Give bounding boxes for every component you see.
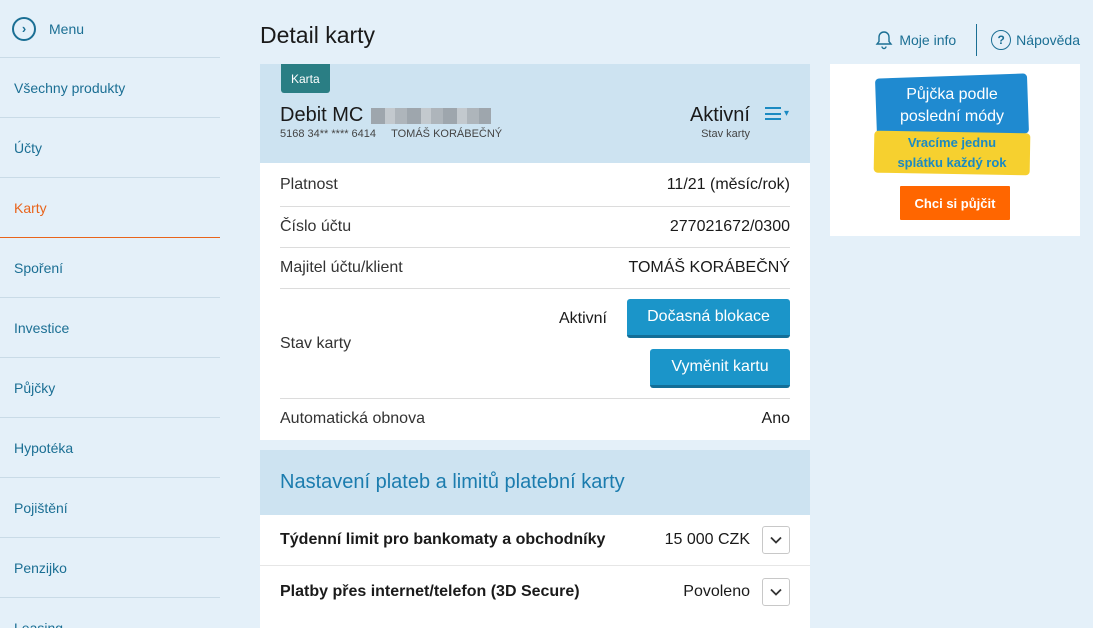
- hamburger-icon: [764, 107, 781, 120]
- loan-ad-banner[interactable]: Půjčka podle poslední módy Vracíme jednu…: [830, 64, 1080, 236]
- ad-line-2: poslední módy: [899, 108, 1005, 125]
- sidebar-item-pojisteni[interactable]: Pojištění: [0, 478, 220, 538]
- 3d-secure-label: Platby přes internet/telefon (3D Secure): [280, 582, 580, 600]
- ad-line-4: splátku každý rok: [897, 155, 1007, 170]
- sidebar-item-karty[interactable]: Karty: [0, 178, 220, 238]
- state-label: Stav karty: [280, 334, 352, 352]
- detail-row-account: Číslo účtu 277021672/0300: [280, 207, 790, 248]
- sidebar-item-hypoteka[interactable]: Hypotéka: [0, 418, 220, 478]
- masked-card-suffix: [371, 107, 492, 124]
- card-subtitle: 5168 34** **** 6414 TOMÁŠ KORÁBEČNÝ: [280, 128, 502, 140]
- page-title: Detail karty: [260, 22, 376, 48]
- sidebar-item-leasing[interactable]: Leasing: [0, 598, 220, 628]
- replace-card-button[interactable]: Vyměnit kartu: [650, 349, 790, 388]
- detail-row-owner: Majitel účtu/klient TOMÁŠ KORÁBEČNÝ: [280, 248, 790, 289]
- menu-toggle[interactable]: › Menu: [0, 0, 220, 58]
- card-number: 5168 34** **** 6414: [280, 128, 377, 140]
- sidebar: › Menu Všechny produkty Účty Karty Spoře…: [0, 0, 220, 628]
- moje-info-label: Moje info: [899, 32, 957, 48]
- help-link[interactable]: ? Nápověda: [991, 30, 1080, 50]
- sidebar-item-pujcky[interactable]: Půjčky: [0, 358, 220, 418]
- ad-subline: Vracíme jednu splátku každý rok: [874, 133, 1030, 173]
- detail-row-renewal: Automatická obnova Ano: [280, 399, 790, 439]
- ad-headline: Půjčka podle poslední módy: [876, 84, 1028, 128]
- sidebar-item-penzijko[interactable]: Penzijko: [0, 538, 220, 598]
- help-label: Nápověda: [1016, 32, 1080, 48]
- state-value: Aktivní: [558, 309, 607, 327]
- chevron-right-icon: ›: [12, 16, 36, 41]
- owner-value: TOMÁŠ KORÁBEČNÝ: [628, 259, 790, 276]
- chevron-down-icon[interactable]: [762, 577, 790, 606]
- card-tag: Karta: [281, 64, 330, 93]
- card-name-text: Debit MC: [280, 104, 364, 126]
- validity-label: Platnost: [280, 175, 338, 193]
- card-name: Debit MC: [280, 104, 492, 127]
- moje-info-link[interactable]: Moje info: [875, 30, 956, 50]
- help-icon: ?: [991, 30, 1012, 50]
- sidebar-item-vsechny-produkty[interactable]: Všechny produkty: [0, 58, 220, 118]
- account-label: Číslo účtu: [280, 218, 352, 235]
- validity-value: 11/21 (měsíc/rok): [666, 175, 790, 193]
- card-status: Aktivní: [689, 104, 750, 126]
- ad-cta-button[interactable]: Chci si půjčit: [900, 186, 1010, 220]
- chevron-down-icon: ▾: [783, 108, 789, 119]
- ad-line-1: Půjčka podle: [906, 86, 998, 103]
- divider: [976, 24, 978, 56]
- detail-row-validity: Platnost 11/21 (měsíc/rok): [280, 163, 790, 207]
- renewal-label: Automatická obnova: [280, 410, 425, 427]
- chevron-down-icon[interactable]: [762, 526, 790, 554]
- payment-row-weekly-limit[interactable]: Týdenní limit pro bankomaty a obchodníky…: [260, 515, 810, 566]
- state-actions: Aktivní Dočasná blokace Vyměnit kartu: [559, 299, 790, 388]
- card-header-panel: Karta Debit MC 5168 34** **** 6414 TOMÁŠ…: [260, 64, 810, 163]
- renewal-value: Ano: [761, 410, 790, 427]
- weekly-limit-label: Týdenní limit pro bankomaty a obchodníky: [280, 531, 606, 548]
- sidebar-item-investice[interactable]: Investice: [0, 298, 220, 358]
- top-links: Moje info ? Nápověda: [875, 24, 1080, 56]
- card-status-caption: Stav karty: [701, 128, 750, 140]
- detail-row-state: Stav karty Aktivní Dočasná blokace Vyměn…: [280, 289, 790, 399]
- payment-row-partial: [260, 617, 810, 628]
- bell-icon: [875, 31, 893, 50]
- card-actions-menu[interactable]: ▾: [764, 107, 789, 120]
- 3d-secure-value: Povoleno: [683, 582, 750, 600]
- weekly-limit-value: 15 000 CZK: [664, 531, 750, 548]
- card-holder: TOMÁŠ KORÁBEČNÝ: [391, 128, 503, 140]
- card-details: Platnost 11/21 (měsíc/rok) Číslo účtu 27…: [260, 163, 810, 440]
- ad-line-3: Vracíme jednu: [907, 135, 997, 150]
- payments-heading: Nastavení plateb a limitů platební karty: [260, 450, 810, 515]
- account-value: 277021672/0300: [669, 218, 790, 235]
- owner-label: Majitel účtu/klient: [280, 259, 403, 276]
- sidebar-item-sporeni[interactable]: Spoření: [0, 238, 220, 298]
- temporary-block-button[interactable]: Dočasná blokace: [627, 299, 790, 338]
- sidebar-item-ucty[interactable]: Účty: [0, 118, 220, 178]
- payment-row-3d-secure[interactable]: Platby přes internet/telefon (3D Secure)…: [260, 566, 810, 617]
- menu-label: Menu: [49, 20, 85, 37]
